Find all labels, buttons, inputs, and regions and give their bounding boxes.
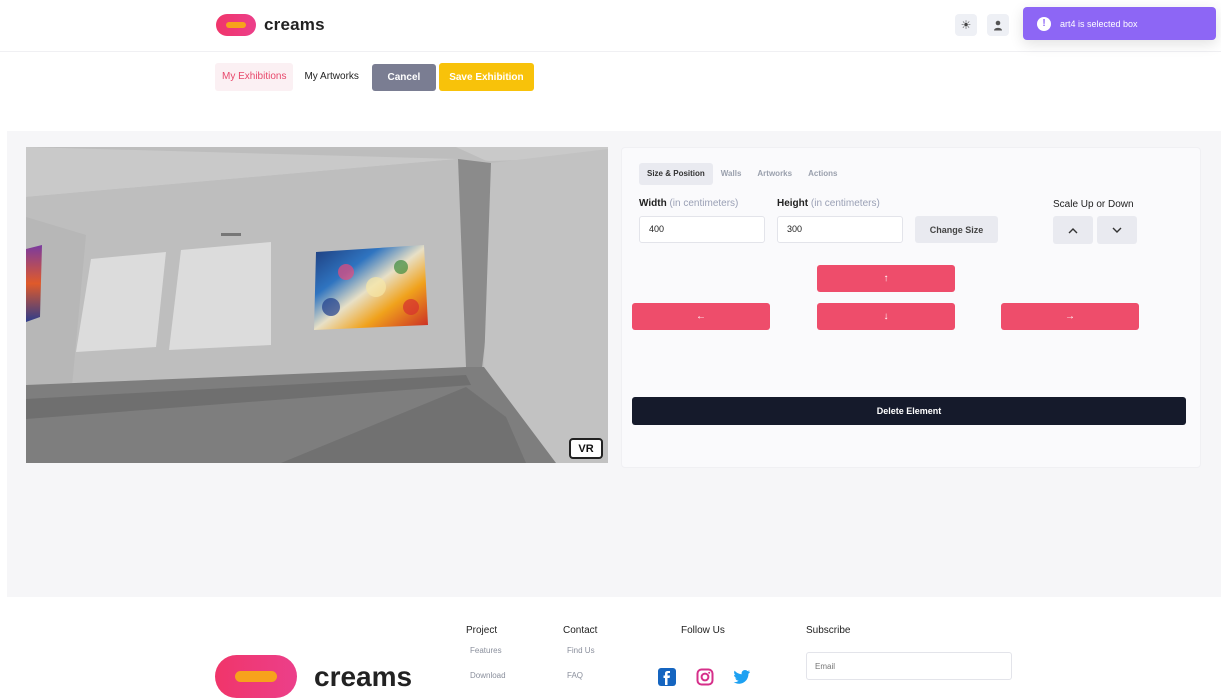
instagram-icon — [696, 668, 714, 686]
subscribe-email-input[interactable] — [806, 652, 1012, 680]
user-icon — [994, 20, 1002, 30]
save-exhibition-button[interactable]: Save Exhibition — [438, 63, 534, 91]
panel-tabs: Size & Position Walls Artworks Actions — [639, 163, 845, 185]
brand-logo[interactable]: creams — [216, 14, 325, 36]
footer-link-features[interactable]: Features — [470, 646, 502, 655]
cancel-button[interactable]: Cancel — [371, 63, 436, 91]
width-unit-hint: (in centimeters) — [669, 198, 739, 209]
change-size-button[interactable]: Change Size — [915, 216, 998, 243]
chevron-up-icon — [1068, 227, 1078, 233]
tab-walls[interactable]: Walls — [713, 163, 750, 185]
tab-actions[interactable]: Actions — [800, 163, 845, 185]
move-left-button[interactable]: ← — [632, 303, 770, 330]
footer-logo[interactable]: creams — [215, 655, 412, 698]
facebook-icon — [658, 668, 676, 686]
toast-text: art4 is selected box — [1060, 18, 1138, 29]
logo-mark-icon — [216, 14, 256, 36]
height-label-text: Height — [777, 198, 809, 209]
scale-up-button[interactable] — [1053, 216, 1093, 244]
vr-button[interactable]: VR — [569, 438, 603, 459]
facebook-link[interactable] — [658, 668, 676, 686]
tab-my-artworks[interactable]: My Artworks — [297, 63, 365, 91]
chevron-down-icon — [1112, 227, 1122, 233]
footer-project-title: Project — [466, 625, 498, 636]
twitter-link[interactable] — [733, 668, 751, 686]
footer-link-faq[interactable]: FAQ — [567, 671, 583, 680]
footer-subscribe-title: Subscribe — [806, 625, 851, 636]
height-label: Height (in centimeters) — [777, 198, 880, 209]
height-unit-hint: (in centimeters) — [810, 198, 880, 209]
notification-toast: ! art4 is selected box — [1023, 7, 1216, 40]
exhibition-nav: My Exhibitions My Artworks Cancel Save E… — [215, 63, 534, 91]
tab-artworks[interactable]: Artworks — [749, 163, 800, 185]
sun-icon: ☀ — [960, 18, 972, 32]
width-label-text: Width — [639, 198, 667, 209]
tab-my-exhibitions[interactable]: My Exhibitions — [215, 63, 294, 91]
footer-link-download[interactable]: Download — [470, 671, 506, 680]
profile-button[interactable] — [987, 14, 1009, 36]
move-right-button[interactable]: → — [1001, 303, 1139, 330]
gallery-scene — [26, 147, 608, 463]
theme-toggle-button[interactable]: ☀ — [955, 14, 977, 36]
footer-follow-title: Follow Us — [681, 625, 725, 636]
brand-name: creams — [264, 15, 325, 34]
top-header: creams ☀ ! art4 is selected box — [0, 0, 1221, 52]
width-label: Width (in centimeters) — [639, 198, 738, 209]
gallery-3d-viewport[interactable] — [26, 147, 608, 463]
footer-link-find-us[interactable]: Find Us — [567, 646, 595, 655]
logo-mark-icon — [215, 655, 297, 698]
scale-down-button[interactable] — [1097, 216, 1137, 244]
scale-label: Scale Up or Down — [1053, 199, 1134, 210]
move-up-button[interactable]: ↑ — [817, 265, 955, 292]
width-input[interactable]: 400 — [639, 216, 765, 243]
footer-contact-title: Contact — [563, 625, 598, 636]
twitter-icon — [733, 670, 750, 684]
delete-element-button[interactable]: Delete Element — [632, 397, 1186, 425]
height-input[interactable]: 300 — [777, 216, 903, 243]
info-icon: ! — [1037, 16, 1051, 31]
instagram-link[interactable] — [696, 668, 714, 686]
move-down-button[interactable]: ↓ — [817, 303, 955, 330]
footer-brand-name: creams — [314, 660, 413, 692]
tab-size-position[interactable]: Size & Position — [639, 163, 713, 185]
